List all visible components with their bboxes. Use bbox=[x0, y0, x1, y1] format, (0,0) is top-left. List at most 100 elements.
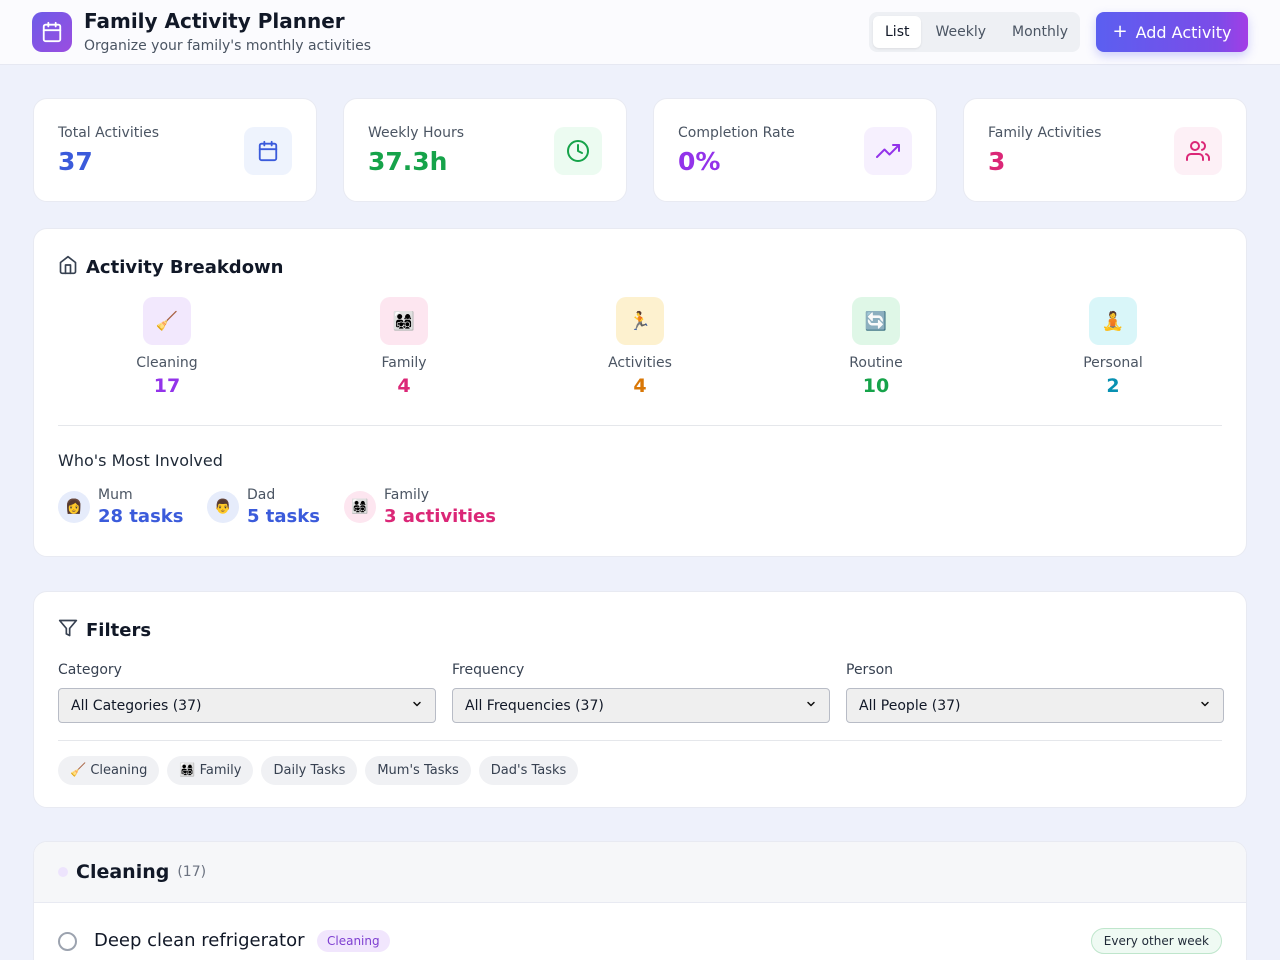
category-activities[interactable]: 🏃 Activities 4 bbox=[570, 297, 710, 397]
filter-icon bbox=[58, 618, 78, 643]
person-family: 👨‍👩‍👧‍👦 Family 3 activities bbox=[344, 487, 496, 527]
quick-filter-chips: 🧹 Cleaning 👨‍👩‍👧‍👦 Family Daily Tasks Mu… bbox=[58, 756, 579, 785]
family-icon: 👨‍👩‍👧‍👦 bbox=[380, 297, 428, 345]
stat-value: 0% bbox=[678, 147, 721, 176]
person-name: Dad bbox=[247, 487, 276, 503]
avatar: 👨 bbox=[207, 491, 239, 523]
category-cleaning[interactable]: 🧹 Cleaning 17 bbox=[97, 297, 237, 397]
category-badge: Cleaning bbox=[317, 930, 390, 952]
stat-card-family: Family Activities 3 bbox=[963, 98, 1247, 202]
task-name[interactable]: Deep clean refrigerator bbox=[94, 930, 305, 951]
filters-title: Filters bbox=[58, 618, 151, 643]
breakdown-title-text: Activity Breakdown bbox=[86, 257, 284, 278]
plus-icon: + bbox=[1112, 21, 1128, 42]
category-name: Activities bbox=[608, 355, 672, 371]
person-filter: Person All People (37) bbox=[846, 662, 1224, 723]
activity-breakdown-panel: Activity Breakdown 🧹 Cleaning 17 👨‍👩‍👧‍👦… bbox=[33, 228, 1247, 557]
view-toggle: List Weekly Monthly bbox=[869, 12, 1080, 52]
person-count: 3 activities bbox=[384, 506, 496, 527]
category-dot bbox=[58, 867, 68, 877]
runner-icon: 🏃 bbox=[616, 297, 664, 345]
view-monthly-button[interactable]: Monthly bbox=[1000, 16, 1080, 48]
category-routine[interactable]: 🔄 Routine 10 bbox=[806, 297, 946, 397]
chevron-down-icon bbox=[1199, 698, 1211, 714]
stat-card-total: Total Activities 37 bbox=[33, 98, 317, 202]
select-value: All Categories (37) bbox=[71, 697, 202, 714]
divider bbox=[58, 740, 1222, 741]
add-activity-button[interactable]: + Add Activity bbox=[1096, 12, 1248, 52]
category-count: 4 bbox=[397, 375, 411, 397]
filter-label: Frequency bbox=[452, 662, 525, 678]
person-count: 5 tasks bbox=[247, 506, 320, 527]
section-title: Cleaning bbox=[76, 861, 170, 883]
category-count: 2 bbox=[1106, 375, 1120, 397]
filters-title-text: Filters bbox=[86, 620, 152, 641]
meditation-icon: 🧘 bbox=[1089, 297, 1137, 345]
category-name: Routine bbox=[849, 355, 903, 371]
home-icon bbox=[58, 255, 78, 280]
frequency-badge: Every other week bbox=[1090, 928, 1222, 954]
stat-value: 37.3h bbox=[368, 147, 448, 176]
category-count: 10 bbox=[862, 375, 890, 397]
stat-value: 37 bbox=[58, 147, 93, 176]
stat-card-hours: Weekly Hours 37.3h bbox=[343, 98, 627, 202]
filters-panel: Filters Category All Categories (37) Fre… bbox=[33, 591, 1247, 808]
category-family[interactable]: 👨‍👩‍👧‍👦 Family 4 bbox=[334, 297, 474, 397]
section-header[interactable]: Cleaning (17) bbox=[34, 842, 1246, 903]
calendar-icon bbox=[32, 12, 72, 52]
person-select[interactable]: All People (37) bbox=[846, 688, 1224, 723]
category-section-cleaning: Cleaning (17) Deep clean refrigerator Cl… bbox=[33, 841, 1247, 960]
app-header: Family Activity Planner Organize your fa… bbox=[0, 0, 1280, 65]
category-personal[interactable]: 🧘 Personal 2 bbox=[1043, 297, 1183, 397]
chip-dads-tasks[interactable]: Dad's Tasks bbox=[478, 756, 579, 785]
filter-label: Person bbox=[846, 662, 894, 678]
calendar-icon bbox=[244, 127, 292, 175]
add-activity-label: Add Activity bbox=[1135, 22, 1232, 42]
avatar: 👨‍👩‍👧‍👦 bbox=[344, 491, 376, 523]
breakdown-title: Activity Breakdown bbox=[58, 255, 284, 280]
filter-label: Category bbox=[58, 662, 122, 678]
frequency-select[interactable]: All Frequencies (37) bbox=[452, 688, 830, 723]
stat-card-completion: Completion Rate 0% bbox=[653, 98, 937, 202]
app-title: Family Activity Planner bbox=[84, 9, 345, 33]
stat-label: Weekly Hours bbox=[368, 125, 464, 141]
repeat-icon: 🔄 bbox=[852, 297, 900, 345]
task-row: Deep clean refrigerator Cleaning Every o… bbox=[34, 903, 1246, 960]
app-subtitle: Organize your family's monthly activitie… bbox=[84, 38, 372, 54]
category-name: Personal bbox=[1083, 355, 1143, 371]
category-name: Cleaning bbox=[136, 355, 198, 371]
section-count: (17) bbox=[177, 864, 207, 880]
category-count: 17 bbox=[153, 375, 181, 397]
chip-cleaning[interactable]: 🧹 Cleaning bbox=[58, 756, 160, 785]
chip-mums-tasks[interactable]: Mum's Tasks bbox=[365, 756, 471, 785]
select-value: All People (37) bbox=[859, 697, 961, 714]
chip-family[interactable]: 👨‍👩‍👧‍👦 Family bbox=[167, 756, 254, 785]
category-name: Family bbox=[381, 355, 427, 371]
category-select[interactable]: All Categories (37) bbox=[58, 688, 436, 723]
frequency-filter: Frequency All Frequencies (37) bbox=[452, 662, 830, 723]
stat-label: Family Activities bbox=[988, 125, 1102, 141]
person-mum: 👩 Mum 28 tasks bbox=[58, 487, 183, 527]
chevron-down-icon bbox=[805, 698, 817, 714]
divider bbox=[58, 425, 1222, 426]
person-dad: 👨 Dad 5 tasks bbox=[207, 487, 320, 527]
person-name: Family bbox=[384, 487, 430, 503]
view-weekly-button[interactable]: Weekly bbox=[923, 16, 998, 48]
stat-label: Completion Rate bbox=[678, 125, 795, 141]
clock-icon bbox=[554, 127, 602, 175]
select-value: All Frequencies (37) bbox=[465, 697, 604, 714]
person-name: Mum bbox=[98, 487, 133, 503]
stat-label: Total Activities bbox=[58, 125, 160, 141]
chevron-down-icon bbox=[411, 698, 423, 714]
trending-up-icon bbox=[864, 127, 912, 175]
chip-daily-tasks[interactable]: Daily Tasks bbox=[261, 756, 358, 785]
broom-icon: 🧹 bbox=[143, 297, 191, 345]
users-icon bbox=[1174, 127, 1222, 175]
category-count: 4 bbox=[633, 375, 647, 397]
view-list-button[interactable]: List bbox=[873, 16, 922, 48]
involved-title: Who's Most Involved bbox=[58, 451, 223, 470]
avatar: 👩 bbox=[58, 491, 90, 523]
stat-value: 3 bbox=[988, 147, 1006, 176]
task-checkbox[interactable] bbox=[58, 932, 77, 951]
category-filter: Category All Categories (37) bbox=[58, 662, 436, 723]
